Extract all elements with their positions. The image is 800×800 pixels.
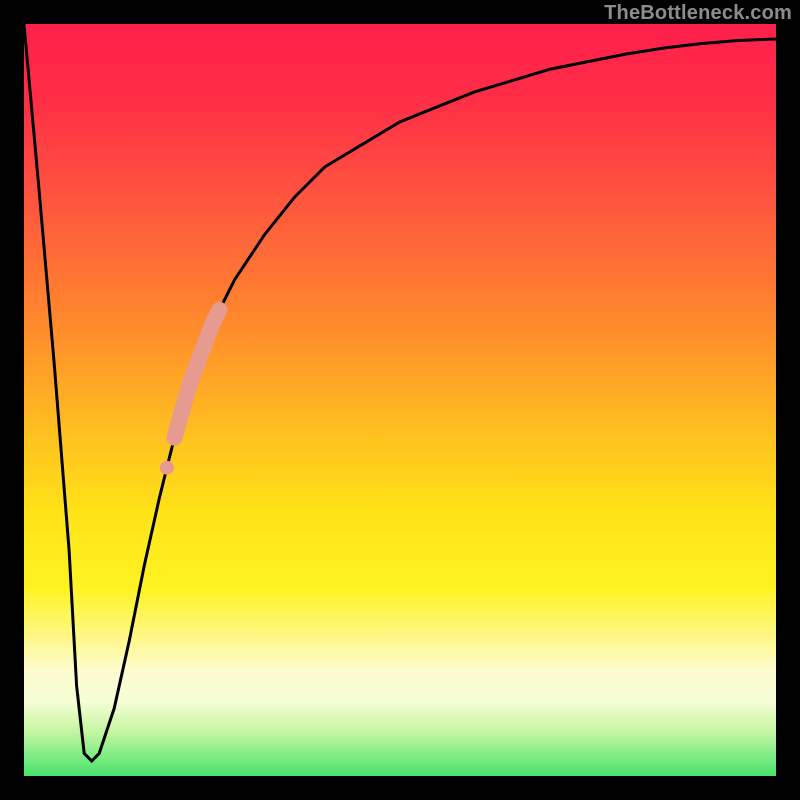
bottleneck-curve [24,24,776,761]
curve-svg [24,24,776,776]
watermark-label: TheBottleneck.com [604,2,792,25]
highlight-dot-2 [160,461,174,475]
chart-frame: TheBottleneck.com [0,0,800,800]
highlight-segment [174,310,219,438]
highlight-dot-1 [166,430,182,446]
plot-area [24,24,776,776]
